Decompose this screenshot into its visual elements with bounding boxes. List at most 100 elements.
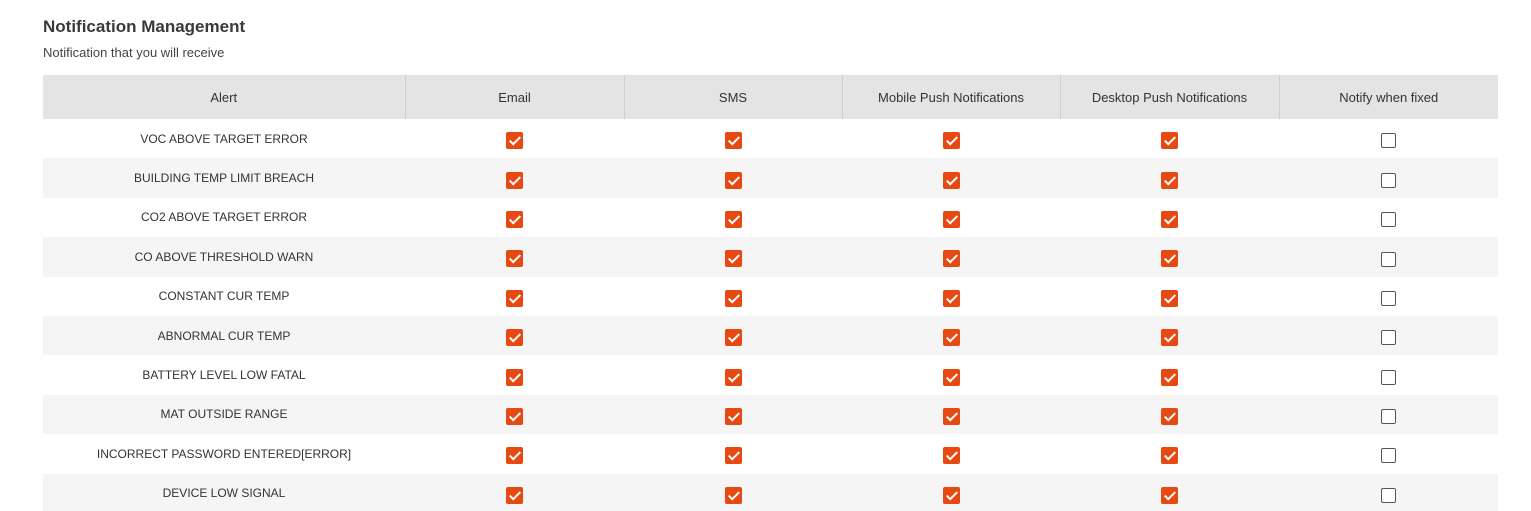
- notify-fixed-checkbox[interactable]: [1381, 369, 1396, 385]
- email-checkbox[interactable]: [506, 132, 523, 150]
- desktop-push-checkbox-wrapper: [1161, 407, 1178, 425]
- email-checkbox-wrapper: [506, 132, 523, 150]
- sms-checkbox[interactable]: [724, 368, 742, 386]
- notify-fixed-checkbox[interactable]: [1381, 133, 1396, 149]
- notify-fixed-checkbox-wrapper: [1381, 290, 1396, 306]
- sms-checkbox[interactable]: [724, 132, 742, 150]
- notify-fixed-checkbox[interactable]: [1381, 448, 1396, 464]
- sms-checkbox[interactable]: [724, 447, 742, 465]
- sms-checkbox[interactable]: [724, 486, 742, 504]
- notify-fixed-checkbox[interactable]: [1381, 172, 1396, 188]
- desktop-push-checkbox[interactable]: [1161, 447, 1178, 465]
- sms-checkbox-wrapper: [724, 486, 742, 504]
- notify-fixed-cell: [1279, 276, 1498, 316]
- sms-checkbox[interactable]: [724, 289, 742, 307]
- mobile-push-checkbox[interactable]: [942, 486, 960, 504]
- mobile-push-checkbox-wrapper: [942, 329, 960, 347]
- desktop-push-cell: [1060, 473, 1279, 511]
- desktop-push-checkbox-wrapper: [1161, 329, 1178, 347]
- notify-fixed-checkbox-wrapper: [1381, 487, 1396, 503]
- mobile-push-cell: [842, 276, 1060, 316]
- sms-checkbox[interactable]: [724, 171, 742, 189]
- alert-name: DEVICE LOW SIGNAL: [43, 473, 405, 511]
- notify-fixed-checkbox[interactable]: [1381, 290, 1396, 306]
- table-row: CO2 ABOVE TARGET ERROR: [43, 197, 1498, 238]
- email-cell: [405, 473, 624, 511]
- desktop-push-checkbox[interactable]: [1161, 289, 1178, 307]
- email-checkbox-wrapper: [506, 368, 523, 386]
- email-checkbox[interactable]: [506, 407, 523, 425]
- notify-fixed-cell: [1279, 315, 1498, 356]
- email-checkbox[interactable]: [506, 289, 523, 307]
- sms-cell: [624, 355, 842, 395]
- mobile-push-checkbox-wrapper: [942, 486, 960, 504]
- page-title: Notification Management: [43, 17, 246, 36]
- email-checkbox[interactable]: [506, 447, 523, 465]
- desktop-push-checkbox-wrapper: [1161, 368, 1178, 386]
- desktop-push-checkbox[interactable]: [1161, 368, 1178, 386]
- email-checkbox[interactable]: [506, 210, 523, 228]
- mobile-push-checkbox[interactable]: [942, 368, 960, 386]
- desktop-push-checkbox[interactable]: [1161, 132, 1178, 150]
- mobile-push-checkbox[interactable]: [942, 210, 960, 228]
- notify-fixed-checkbox[interactable]: [1381, 251, 1396, 267]
- desktop-push-checkbox[interactable]: [1161, 250, 1178, 268]
- sms-checkbox[interactable]: [724, 210, 742, 228]
- notify-fixed-checkbox-wrapper: [1381, 172, 1396, 188]
- sms-checkbox-wrapper: [724, 171, 742, 189]
- sms-checkbox-wrapper: [724, 407, 742, 425]
- sms-checkbox[interactable]: [724, 329, 742, 347]
- email-checkbox-wrapper: [506, 407, 523, 425]
- mobile-push-checkbox-wrapper: [942, 132, 960, 150]
- desktop-push-cell: [1060, 197, 1279, 238]
- notify-fixed-cell: [1279, 119, 1498, 159]
- email-checkbox[interactable]: [506, 250, 523, 268]
- mobile-push-checkbox-wrapper: [942, 171, 960, 189]
- desktop-push-checkbox[interactable]: [1161, 210, 1178, 228]
- notification-table: Alert Email SMS Mobile Push Notification…: [43, 75, 1498, 511]
- mobile-push-cell: [842, 315, 1060, 356]
- mobile-push-checkbox[interactable]: [942, 447, 960, 465]
- mobile-push-checkbox[interactable]: [942, 407, 960, 425]
- email-checkbox-wrapper: [506, 289, 523, 307]
- email-checkbox[interactable]: [506, 171, 523, 189]
- desktop-push-checkbox[interactable]: [1161, 171, 1178, 189]
- notify-fixed-checkbox[interactable]: [1381, 212, 1396, 228]
- mobile-push-checkbox[interactable]: [942, 132, 960, 150]
- sms-checkbox[interactable]: [724, 250, 742, 268]
- table-row: VOC ABOVE TARGET ERROR: [43, 119, 1498, 159]
- mobile-push-checkbox-wrapper: [942, 210, 960, 228]
- desktop-push-checkbox[interactable]: [1161, 486, 1178, 504]
- column-header-email: Email: [405, 75, 625, 119]
- desktop-push-checkbox[interactable]: [1161, 407, 1178, 425]
- alert-name: INCORRECT PASSWORD ENTERED[ERROR]: [43, 434, 405, 474]
- notify-fixed-checkbox[interactable]: [1381, 487, 1396, 503]
- email-checkbox[interactable]: [506, 486, 523, 504]
- notify-fixed-cell: [1279, 434, 1498, 474]
- desktop-push-cell: [1060, 315, 1279, 356]
- email-checkbox[interactable]: [506, 329, 523, 347]
- table-row: ABNORMAL CUR TEMP: [43, 315, 1498, 356]
- notify-fixed-checkbox-wrapper: [1381, 330, 1396, 346]
- notify-fixed-checkbox[interactable]: [1381, 330, 1396, 346]
- alert-name: CONSTANT CUR TEMP: [43, 276, 405, 316]
- mobile-push-cell: [842, 355, 1060, 395]
- alert-name: VOC ABOVE TARGET ERROR: [43, 119, 405, 159]
- email-cell: [405, 276, 624, 316]
- notify-fixed-checkbox-wrapper: [1381, 369, 1396, 385]
- alert-name: CO ABOVE THRESHOLD WARN: [43, 237, 405, 277]
- mobile-push-checkbox[interactable]: [942, 289, 960, 307]
- email-checkbox-wrapper: [506, 210, 523, 228]
- desktop-push-checkbox[interactable]: [1161, 329, 1178, 347]
- email-checkbox[interactable]: [506, 368, 523, 386]
- sms-checkbox-wrapper: [724, 132, 742, 150]
- sms-cell: [624, 434, 842, 474]
- sms-checkbox-wrapper: [724, 289, 742, 307]
- table-row: INCORRECT PASSWORD ENTERED[ERROR]: [43, 434, 1498, 474]
- sms-checkbox[interactable]: [724, 407, 742, 425]
- mobile-push-checkbox[interactable]: [942, 250, 960, 268]
- notify-fixed-checkbox[interactable]: [1381, 409, 1396, 425]
- mobile-push-checkbox[interactable]: [942, 329, 960, 347]
- desktop-push-checkbox-wrapper: [1161, 447, 1178, 465]
- mobile-push-checkbox[interactable]: [942, 171, 960, 189]
